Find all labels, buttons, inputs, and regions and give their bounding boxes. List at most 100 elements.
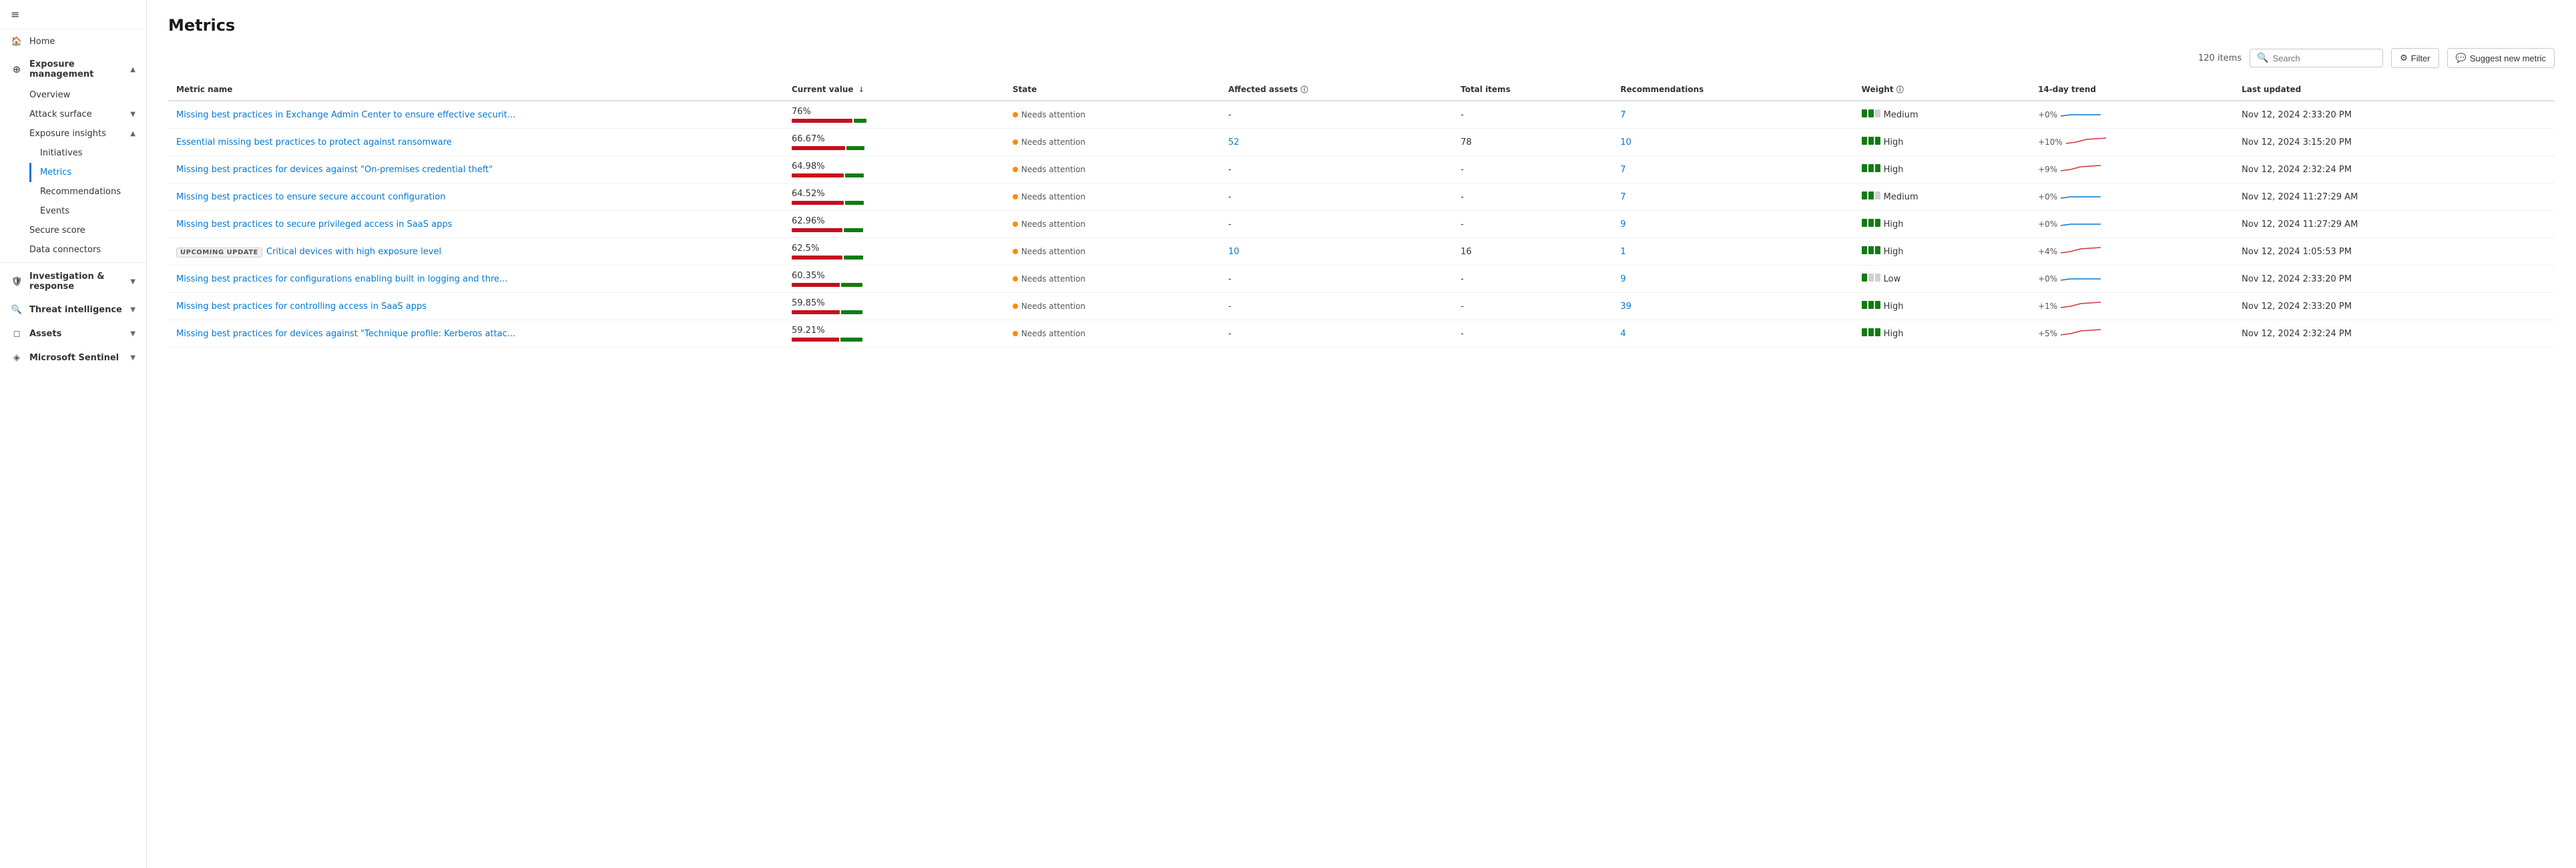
progress-bar <box>792 173 997 177</box>
weight-cell: High <box>1854 156 2030 183</box>
progress-bar <box>792 228 997 232</box>
recommendations-link[interactable]: 7 <box>1620 110 1625 120</box>
col-current-value[interactable]: Current value ↓ <box>784 79 1005 101</box>
sidebar-item-investigation-response[interactable]: 🛡 Investigation & response ▼ <box>0 266 146 298</box>
bar-red <box>792 256 842 260</box>
state-dot <box>1013 331 1018 336</box>
progress-bar <box>792 310 997 314</box>
trend-value: +0% <box>2038 192 2057 201</box>
current-value-text: 76% <box>792 107 997 117</box>
table-row[interactable]: Missing best practices for configuration… <box>168 266 2555 293</box>
hamburger-icon[interactable]: ≡ <box>11 8 19 21</box>
col-trend: 14-day trend <box>2030 79 2234 101</box>
col-last-updated: Last updated <box>2234 79 2555 101</box>
recommendations-link[interactable]: 7 <box>1620 165 1625 175</box>
table-row[interactable]: Missing best practices for controlling a… <box>168 293 2555 320</box>
metric-name-link[interactable]: Missing best practices for devices again… <box>176 165 493 175</box>
col-total-items: Total items <box>1453 79 1612 101</box>
recommendations-link[interactable]: 7 <box>1620 192 1625 202</box>
affected-assets-link[interactable]: 10 <box>1228 247 1240 257</box>
bar-red <box>792 146 845 150</box>
metric-name-link[interactable]: Missing best practices to secure privile… <box>176 220 452 230</box>
col-recommendations: Recommendations <box>1612 79 1853 101</box>
weight-label: Medium <box>1884 192 1918 202</box>
table-row[interactable]: Missing best practices to secure privile… <box>168 211 2555 238</box>
last-updated-cell: Nov 12, 2024 2:33:20 PM <box>2234 101 2555 129</box>
metric-name-link[interactable]: Missing best practices for configuration… <box>176 274 507 284</box>
sidebar-item-data-connectors[interactable]: Data connectors <box>19 240 146 260</box>
state-text: Needs attention <box>1021 110 1085 119</box>
weight-bars <box>1862 219 1880 227</box>
sidebar-subsection-exposure-insights: Initiatives Metrics Recommendations Even… <box>19 143 146 221</box>
weight-bars <box>1862 246 1880 254</box>
sort-desc-icon: ↓ <box>858 85 864 94</box>
sidebar-item-initiatives[interactable]: Initiatives <box>29 143 146 163</box>
table-row[interactable]: Missing best practices to ensure secure … <box>168 183 2555 211</box>
search-input[interactable] <box>2273 53 2376 63</box>
exposure-management-icon: ⊕ <box>11 63 23 75</box>
chevron-down-icon: ▼ <box>130 306 136 314</box>
sidebar-item-exposure-management[interactable]: ⊕ Exposure management ▲ <box>0 53 146 85</box>
current-value-text: 66.67% <box>792 134 997 144</box>
sidebar-item-secure-score[interactable]: Secure score <box>19 221 146 240</box>
recommendations-link[interactable]: 9 <box>1620 220 1625 230</box>
sidebar-item-home[interactable]: 🏠 Home <box>0 29 146 53</box>
bar-green <box>840 338 862 342</box>
affected-assets-link[interactable]: 52 <box>1228 137 1240 147</box>
chevron-down-icon: ▼ <box>130 354 136 362</box>
sidebar-item-microsoft-sentinel[interactable]: ◈ Microsoft Sentinel ▼ <box>0 346 146 370</box>
recommendations-link[interactable]: 1 <box>1620 247 1625 257</box>
recommendations-link[interactable]: 10 <box>1620 137 1631 147</box>
recommendations-link[interactable]: 4 <box>1620 329 1625 339</box>
recommendations-cell: 4 <box>1612 320 1853 348</box>
current-value-cell: 62.96% <box>784 211 1005 238</box>
sidebar-item-metrics[interactable]: Metrics <box>29 163 146 182</box>
metric-name-link[interactable]: Missing best practices for controlling a… <box>176 302 427 312</box>
sidebar-item-events[interactable]: Events <box>29 201 146 221</box>
state-dot <box>1013 167 1018 172</box>
table-row[interactable]: Essential missing best practices to prot… <box>168 129 2555 156</box>
state-text: Needs attention <box>1021 329 1085 338</box>
sidebar-section-exposure-management: Overview Attack surface ▼ Exposure insig… <box>0 85 146 260</box>
sidebar-item-assets[interactable]: ◻ Assets ▼ <box>0 322 146 346</box>
sidebar-item-exposure-insights[interactable]: Exposure insights ▲ <box>19 124 146 143</box>
recommendations-link[interactable]: 39 <box>1620 302 1631 312</box>
affected-assets-cell: - <box>1220 293 1453 320</box>
metric-name-link[interactable]: Missing best practices to ensure secure … <box>176 192 445 202</box>
weight-bar <box>1862 219 1867 227</box>
sidebar-item-recommendations[interactable]: Recommendations <box>29 182 146 201</box>
recommendations-cell: 10 <box>1612 129 1853 156</box>
metric-name-cell: Missing best practices in Exchange Admin… <box>168 101 784 129</box>
table-row[interactable]: Missing best practices in Exchange Admin… <box>168 101 2555 129</box>
table-row[interactable]: Missing best practices for devices again… <box>168 320 2555 348</box>
weight-bar <box>1868 301 1874 309</box>
recommendations-link[interactable]: 9 <box>1620 274 1625 284</box>
filter-button[interactable]: ⚙ Filter <box>2391 48 2439 68</box>
metric-name-cell: Essential missing best practices to prot… <box>168 129 784 156</box>
affected-assets-cell: - <box>1220 183 1453 211</box>
table-row[interactable]: Missing best practices for devices again… <box>168 156 2555 183</box>
metric-name-link[interactable]: Missing best practices for devices again… <box>176 329 515 339</box>
current-value-text: 64.52% <box>792 189 997 199</box>
current-value-text: 62.96% <box>792 216 997 226</box>
recommendations-cell: 7 <box>1612 156 1853 183</box>
current-value-cell: 66.67% <box>784 129 1005 156</box>
sidebar-item-overview[interactable]: Overview <box>19 85 146 105</box>
weight-cell: Low <box>1854 266 2030 293</box>
sidebar-item-attack-surface[interactable]: Attack surface ▼ <box>19 105 146 124</box>
sidebar-item-threat-intelligence[interactable]: 🔍 Threat intelligence ▼ <box>0 298 146 322</box>
suggest-new-metric-button[interactable]: 💬 Suggest new metric <box>2447 48 2555 68</box>
metric-name-link[interactable]: Critical devices with high exposure leve… <box>266 247 441 257</box>
weight-bars <box>1862 274 1880 282</box>
bar-red <box>792 201 844 205</box>
trend-value: +9% <box>2038 165 2057 174</box>
metric-name-cell: Missing best practices for controlling a… <box>168 293 784 320</box>
info-icon-weight: ⓘ <box>1896 85 1904 94</box>
metric-name-link[interactable]: Missing best practices in Exchange Admin… <box>176 110 515 120</box>
search-box[interactable]: 🔍 <box>2250 49 2383 67</box>
metric-name-link[interactable]: Essential missing best practices to prot… <box>176 137 452 147</box>
trend-line <box>2061 219 2101 230</box>
info-icon-affected: ⓘ <box>1300 85 1308 94</box>
recommendations-cell: 7 <box>1612 183 1853 211</box>
table-row[interactable]: UPCOMING UPDATECritical devices with hig… <box>168 238 2555 266</box>
